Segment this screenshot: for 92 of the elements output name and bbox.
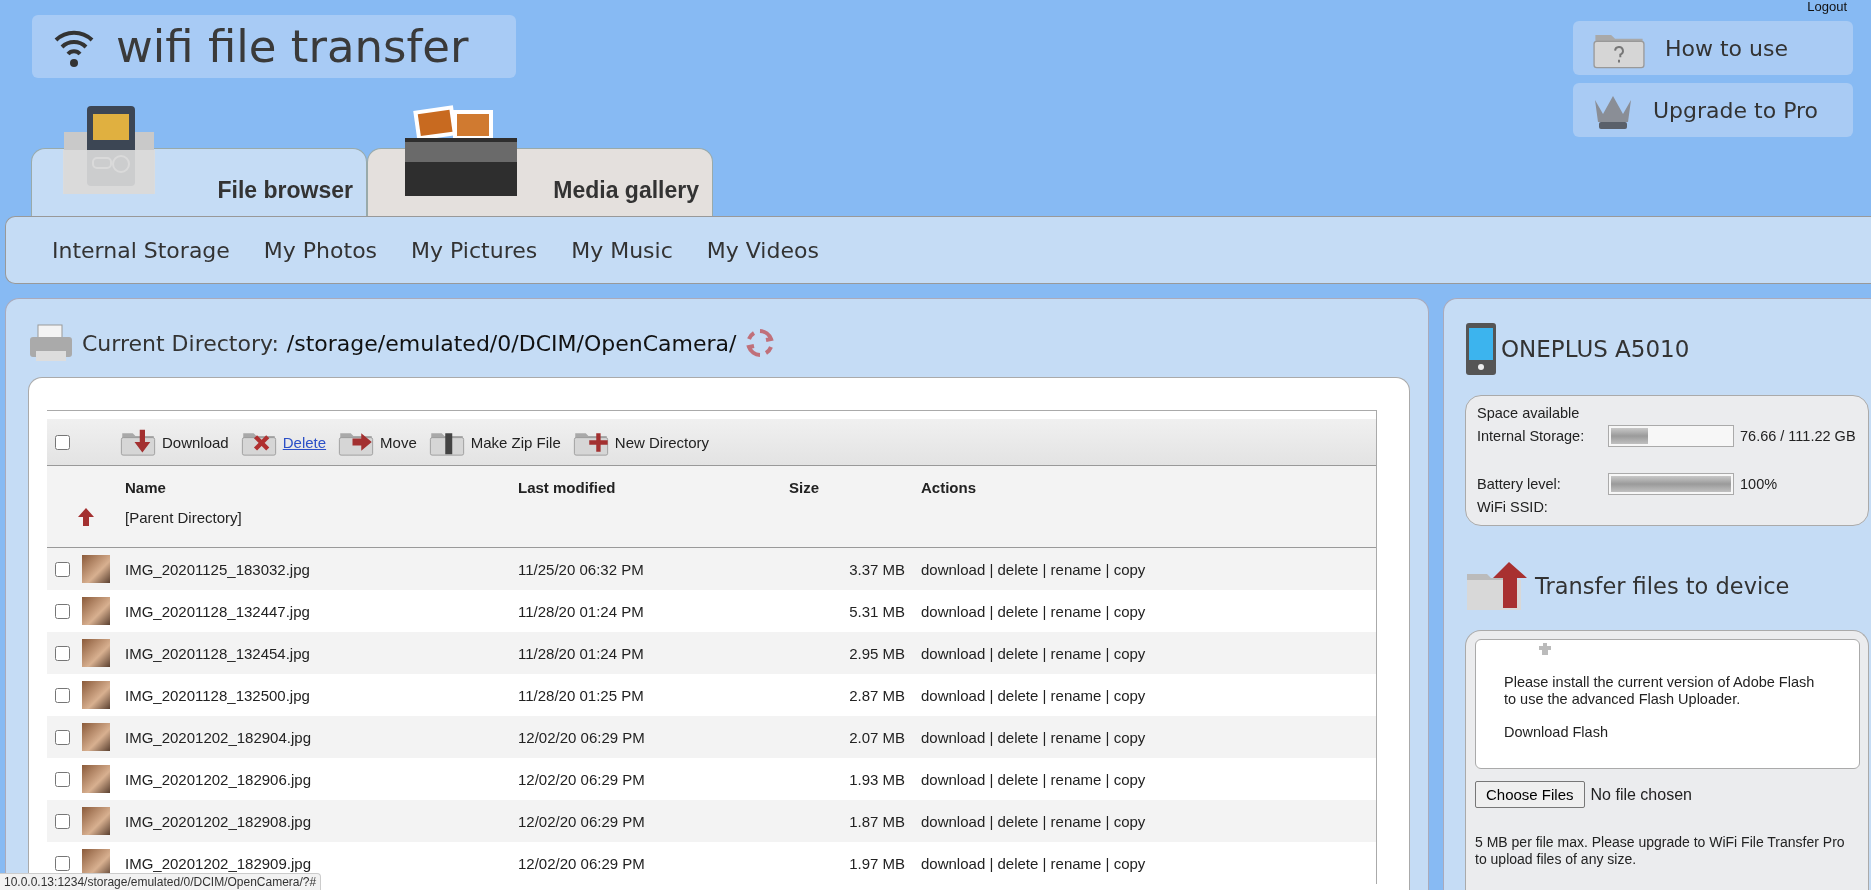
upload-folder-icon: [1465, 560, 1529, 612]
file-name: IMG_20201128_132447.jpg: [125, 602, 311, 620]
row-action-links[interactable]: download | delete | rename | copy: [921, 644, 1376, 662]
file-status: No file chosen: [1590, 785, 1692, 804]
device-name: ONEPLUS A5010: [1501, 336, 1690, 362]
top-button[interactable]: How to use: [1573, 21, 1853, 75]
photo-thumbnail: [82, 765, 110, 793]
file-name: IMG_20201202_182909.jpg: [125, 854, 312, 872]
size-cell-text: 2.95 MB: [848, 644, 906, 662]
toolbar-link[interactable]: Move: [380, 433, 417, 451]
tab[interactable]: File browser: [31, 102, 367, 216]
directory-path: /storage/emulated/0/DCIM/OpenCamera/: [286, 330, 737, 356]
size-cell-text: 1.93 MB: [848, 770, 906, 788]
info-label: Internal Storage:: [1477, 428, 1586, 444]
row-action-links[interactable]: download | delete | rename | copy: [921, 686, 1376, 704]
file-name: IMG_20201125_183032.jpg: [125, 560, 311, 578]
tab[interactable]: Media gallery: [367, 102, 713, 216]
column-header: Size: [789, 478, 820, 496]
modified-cell-text: 11/28/20 01:24 PM: [518, 602, 645, 620]
photo-thumbnail: [82, 681, 110, 709]
download-flash-link[interactable]: Download Flash: [1504, 724, 1849, 740]
app-title: wifi file transfer: [116, 20, 469, 73]
modified-cell-text: 11/28/20 01:25 PM: [518, 686, 645, 704]
upload-note: 5 MB per file max. Please upgrade to WiFi File Transfer Pro to upload files of any size.: [1475, 834, 1846, 868]
file-name: IMG_20201128_132454.jpg: [125, 644, 311, 662]
modified-cell-text: 11/28/20 01:24 PM: [518, 644, 645, 662]
file-name: IMG_20201202_182908.jpg: [125, 812, 312, 830]
status-url: 10.0.0.13:1234/storage/emulated/0/DCIM/OpenCamera/?#: [0, 873, 322, 890]
toolbar-link[interactable]: Make Zip File: [470, 433, 561, 451]
size-cell-text: 1.87 MB: [848, 812, 906, 830]
parent-directory-link[interactable]: [Parent Directory]: [125, 508, 518, 526]
row-checkbox[interactable]: [55, 603, 70, 619]
choose-files-button[interactable]: Choose Files: [1475, 781, 1585, 808]
nav-link[interactable]: My Videos: [706, 237, 819, 263]
info-label: WiFi SSID:: [1477, 499, 1549, 515]
photo-thumbnail: [82, 597, 110, 625]
flash-message: Please install the current version of Adobe Flash to use the advanced Flash Uploader.: [1504, 674, 1816, 708]
photo-thumbnail: [82, 723, 110, 751]
modified-cell-text: 12/02/20 06:29 PM: [518, 770, 646, 788]
toolbar-link[interactable]: New Directory: [614, 433, 709, 451]
column-header: Last modified: [518, 478, 617, 496]
row-action-links[interactable]: download | delete | rename | copy: [921, 602, 1376, 620]
plugin-icon: [1538, 642, 1552, 656]
logout-link[interactable]: Logout: [1807, 0, 1847, 13]
size-cell-text: 5.31 MB: [848, 602, 906, 620]
file-name: IMG_20201202_182904.jpg: [125, 728, 312, 746]
photo-thumbnail: [82, 555, 110, 583]
refresh-icon[interactable]: [744, 327, 777, 359]
battery-reading: 100%: [1740, 476, 1779, 492]
row-checkbox[interactable]: [55, 687, 70, 703]
row-checkbox[interactable]: [55, 729, 70, 745]
file-name: IMG_20201128_132500.jpg: [125, 686, 311, 704]
modified-cell-text: 11/25/20 06:32 PM: [518, 560, 645, 578]
file-name: IMG_20201202_182906.jpg: [125, 770, 312, 788]
size-cell-text: 1.97 MB: [848, 854, 906, 872]
directory-label: Current Directory:: [82, 330, 279, 356]
row-action-links[interactable]: download | delete | rename | copy: [921, 770, 1376, 788]
phone-icon: [1465, 322, 1497, 376]
row-action-links[interactable]: download | delete | rename | copy: [921, 728, 1376, 746]
storage-reading: 76.66 / 111.22 GB: [1740, 428, 1856, 444]
size-cell-text: 2.87 MB: [848, 686, 906, 704]
toolbar-link[interactable]: Download: [162, 433, 229, 451]
modified-cell-text: 12/02/20 06:29 PM: [518, 812, 646, 830]
size-cell-text: 3.37 MB: [848, 560, 906, 578]
modified-cell-text: 12/02/20 06:29 PM: [518, 854, 646, 872]
printer-icon: [28, 323, 74, 363]
nav-link[interactable]: My Pictures: [411, 237, 538, 263]
nav-link[interactable]: Internal Storage: [52, 237, 230, 263]
row-checkbox[interactable]: [55, 561, 70, 577]
nav-link[interactable]: My Photos: [263, 237, 378, 263]
column-header: Actions: [921, 478, 977, 496]
top-button[interactable]: Upgrade to Pro: [1573, 83, 1853, 137]
info-heading: Space available: [1477, 405, 1581, 421]
toolbar-link[interactable]: Delete: [282, 433, 327, 451]
row-checkbox[interactable]: [55, 813, 70, 829]
size-cell-text: 2.07 MB: [848, 728, 906, 746]
row-action-links[interactable]: download | delete | rename | copy: [921, 854, 1376, 872]
row-checkbox[interactable]: [55, 771, 70, 787]
column-header: Name: [125, 478, 167, 496]
row-checkbox[interactable]: [55, 855, 70, 871]
info-label: Battery level:: [1477, 476, 1562, 492]
modified-cell-text: 12/02/20 06:29 PM: [518, 728, 646, 746]
select-all-checkbox[interactable]: [55, 434, 70, 450]
row-action-links[interactable]: download | delete | rename | copy: [921, 560, 1376, 578]
photo-thumbnail: [82, 639, 110, 667]
download-icon: [120, 428, 156, 456]
up-arrow-icon[interactable]: [77, 507, 95, 527]
transfer-title: Transfer files to device: [1535, 573, 1790, 599]
photo-thumbnail: [82, 807, 110, 835]
nav-link[interactable]: My Music: [571, 237, 673, 263]
row-action-links[interactable]: download | delete | rename | copy: [921, 812, 1376, 830]
row-checkbox[interactable]: [55, 645, 70, 661]
